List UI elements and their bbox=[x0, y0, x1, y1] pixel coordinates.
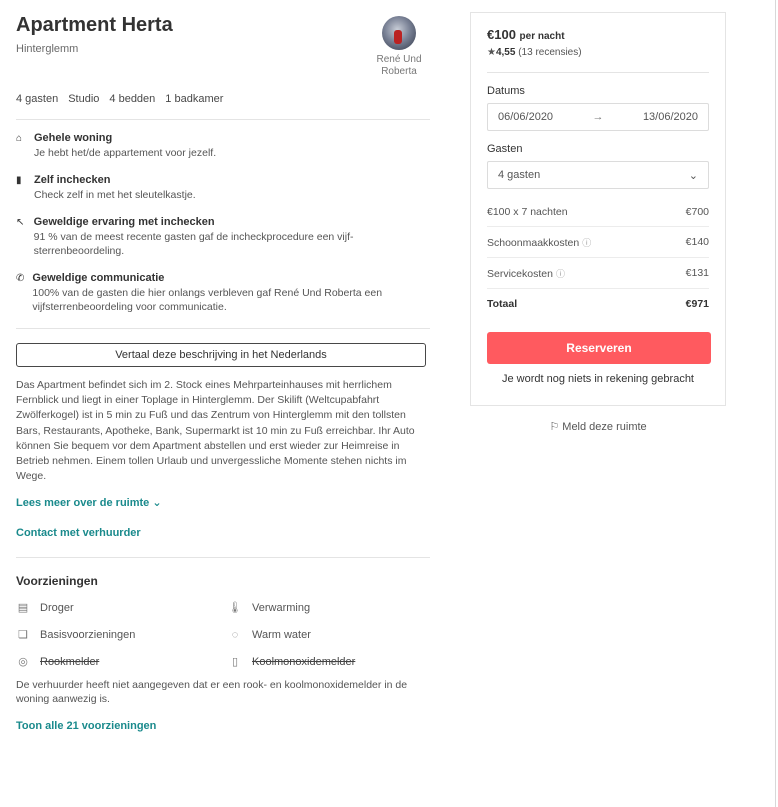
key-icon: ▮ bbox=[16, 175, 22, 186]
window-edge bbox=[775, 0, 776, 807]
phone-icon: ✆ bbox=[16, 273, 25, 284]
total-value: €971 bbox=[685, 298, 709, 310]
basics-icon: ❏ bbox=[18, 629, 28, 642]
amenity-hot-water: ◌ Warm water bbox=[228, 628, 428, 641]
amenities-note: De verhuurder heeft niet aangegeven dat … bbox=[16, 679, 408, 706]
guests-value: 4 gasten bbox=[498, 169, 541, 181]
date-range-picker[interactable]: 06/06/2020 → 13/06/2020 bbox=[487, 103, 709, 131]
no-charge-note: Je wordt nog niets in rekening gebracht bbox=[501, 373, 694, 385]
read-more-link[interactable]: Lees meer over de ruimte ⌄ bbox=[16, 496, 430, 509]
star-icon: ★ bbox=[487, 47, 496, 58]
arrow-right-icon: → bbox=[592, 111, 604, 123]
row-label: Servicekosten bbox=[487, 268, 553, 280]
amenity-label: Droger bbox=[40, 601, 74, 614]
amenity-label: Koolmonoxidemelder bbox=[252, 655, 356, 668]
listing-specs: 4 gasten Studio 4 bedden 1 badkamer bbox=[16, 93, 430, 105]
translate-button[interactable]: Vertaal deze beschrijving in het Nederla… bbox=[16, 343, 426, 367]
highlight-title: Geweldige ervaring met inchecken bbox=[33, 216, 215, 228]
nightly-price: €100 per nacht bbox=[487, 27, 709, 42]
highlight-text: Check zelf in met het sleutelkastje. bbox=[34, 189, 196, 201]
highlight-text: 91 % van de meest recente gasten gaf de … bbox=[33, 231, 354, 257]
price-unit: per nacht bbox=[519, 31, 565, 42]
price-row-nights: €100 x 7 nachten €700 bbox=[487, 197, 709, 227]
rating-summary[interactable]: ★4,55 (13 recensies) bbox=[487, 47, 709, 58]
price-row-total: Totaal €971 bbox=[487, 289, 709, 318]
amenity-label: Verwarming bbox=[252, 601, 311, 614]
amenity-heating: 🌡︎ Verwarming bbox=[228, 601, 428, 615]
booking-card: €100 per nacht ★4,55 (13 recensies) Datu… bbox=[470, 12, 726, 406]
amenities-title: Voorzieningen bbox=[16, 574, 98, 589]
amenity-co-detector: ▯ Koolmonoxidemelder bbox=[228, 655, 428, 669]
divider bbox=[16, 328, 430, 329]
contact-host-link[interactable]: Contact met verhuurder bbox=[16, 527, 430, 539]
checkin-date[interactable]: 06/06/2020 bbox=[498, 111, 553, 123]
water-icon: ◌ bbox=[231, 628, 239, 641]
highlight-title: Zelf inchecken bbox=[34, 174, 111, 186]
tag-icon: ↖ bbox=[16, 217, 25, 228]
dryer-icon: ▤ bbox=[17, 602, 29, 615]
host-avatar[interactable] bbox=[382, 16, 416, 50]
amenity-label: Rookmelder bbox=[40, 655, 100, 668]
row-label: €100 x 7 nachten bbox=[487, 206, 568, 218]
flag-icon: ⚐ bbox=[549, 421, 560, 433]
price-breakdown: €100 x 7 nachten €700 Schoonmaakkosten ⓘ … bbox=[487, 197, 709, 318]
divider bbox=[487, 72, 709, 73]
thermometer-icon: 🌡︎ bbox=[228, 602, 242, 615]
smoke-detector-icon: ◎ bbox=[18, 656, 28, 669]
listing-details: Apartment Herta Hinterglemm René Und Rob… bbox=[16, 12, 430, 732]
home-icon: ⌂ bbox=[16, 133, 23, 144]
spec-beds: 4 bedden bbox=[109, 93, 156, 105]
amenity-basics: ❏ Basisvoorzieningen bbox=[16, 628, 228, 642]
spec-type: Studio bbox=[68, 93, 100, 105]
highlight-title: Gehele woning bbox=[34, 132, 113, 144]
review-count: (13 recensies) bbox=[518, 47, 582, 58]
amenity-dryer: ▤ Droger bbox=[16, 601, 228, 615]
highlight-title: Geweldige communicatie bbox=[32, 272, 165, 284]
row-value: €140 bbox=[685, 236, 709, 248]
report-listing-link[interactable]: ⚐ Meld deze ruimte bbox=[470, 420, 726, 433]
highlight-text: Je hebt het/de appartement voor jezelf. bbox=[34, 147, 217, 159]
chevron-down-icon: ⌄ bbox=[688, 169, 698, 182]
report-label: Meld deze ruimte bbox=[562, 421, 647, 433]
amenities-grid: ▤ Droger 🌡︎ Verwarming ❏ Basisvoorzienin… bbox=[16, 601, 430, 669]
info-icon[interactable]: ⓘ bbox=[582, 238, 591, 248]
highlight-communication: ✆ Geweldige communicatie 100% van de gas… bbox=[16, 272, 430, 314]
amenity-label: Basisvoorzieningen bbox=[40, 628, 136, 641]
highlight-checkin-experience: ↖ Geweldige ervaring met inchecken 91 % … bbox=[16, 216, 430, 258]
highlight-entire-home: ⌂ Gehele woning Je hebt het/de apparteme… bbox=[16, 132, 430, 160]
co-detector-icon: ▯ bbox=[231, 656, 239, 669]
guests-label: Gasten bbox=[487, 143, 523, 155]
highlight-self-checkin: ▮ Zelf inchecken Check zelf in met het s… bbox=[16, 174, 430, 202]
show-all-amenities-link[interactable]: Toon alle 21 voorzieningen bbox=[16, 720, 430, 732]
highlight-text: 100% van de gasten die hier onlangs verb… bbox=[32, 287, 383, 313]
divider bbox=[16, 557, 430, 559]
guests-select[interactable]: 4 gasten ⌄ bbox=[487, 161, 709, 189]
checkout-date[interactable]: 13/06/2020 bbox=[643, 111, 698, 123]
price-row-service: Servicekosten ⓘ €131 bbox=[487, 258, 709, 289]
dates-label: Datums bbox=[487, 85, 525, 97]
rating-value: 4,55 bbox=[495, 47, 516, 58]
spec-guests: 4 gasten bbox=[16, 93, 59, 105]
host-name: René Und Roberta bbox=[376, 54, 422, 77]
amenity-smoke-detector: ◎ Rookmelder bbox=[16, 655, 228, 669]
row-value: €700 bbox=[685, 206, 709, 218]
spec-bathrooms: 1 badkamer bbox=[165, 93, 224, 105]
total-label: Totaal bbox=[487, 298, 518, 310]
reserve-button[interactable]: Reserveren bbox=[487, 332, 711, 364]
divider bbox=[16, 119, 430, 120]
row-value: €131 bbox=[685, 267, 709, 279]
price-value: €100 bbox=[487, 27, 516, 42]
info-icon[interactable]: ⓘ bbox=[556, 269, 565, 279]
row-label: Schoonmaakkosten bbox=[487, 237, 580, 249]
listing-description: Das Apartment befindet sich im 2. Stock … bbox=[16, 379, 415, 483]
host-profile[interactable]: René Und Roberta bbox=[366, 16, 432, 78]
price-row-cleaning: Schoonmaakkosten ⓘ €140 bbox=[487, 227, 709, 258]
amenity-label: Warm water bbox=[252, 628, 311, 641]
